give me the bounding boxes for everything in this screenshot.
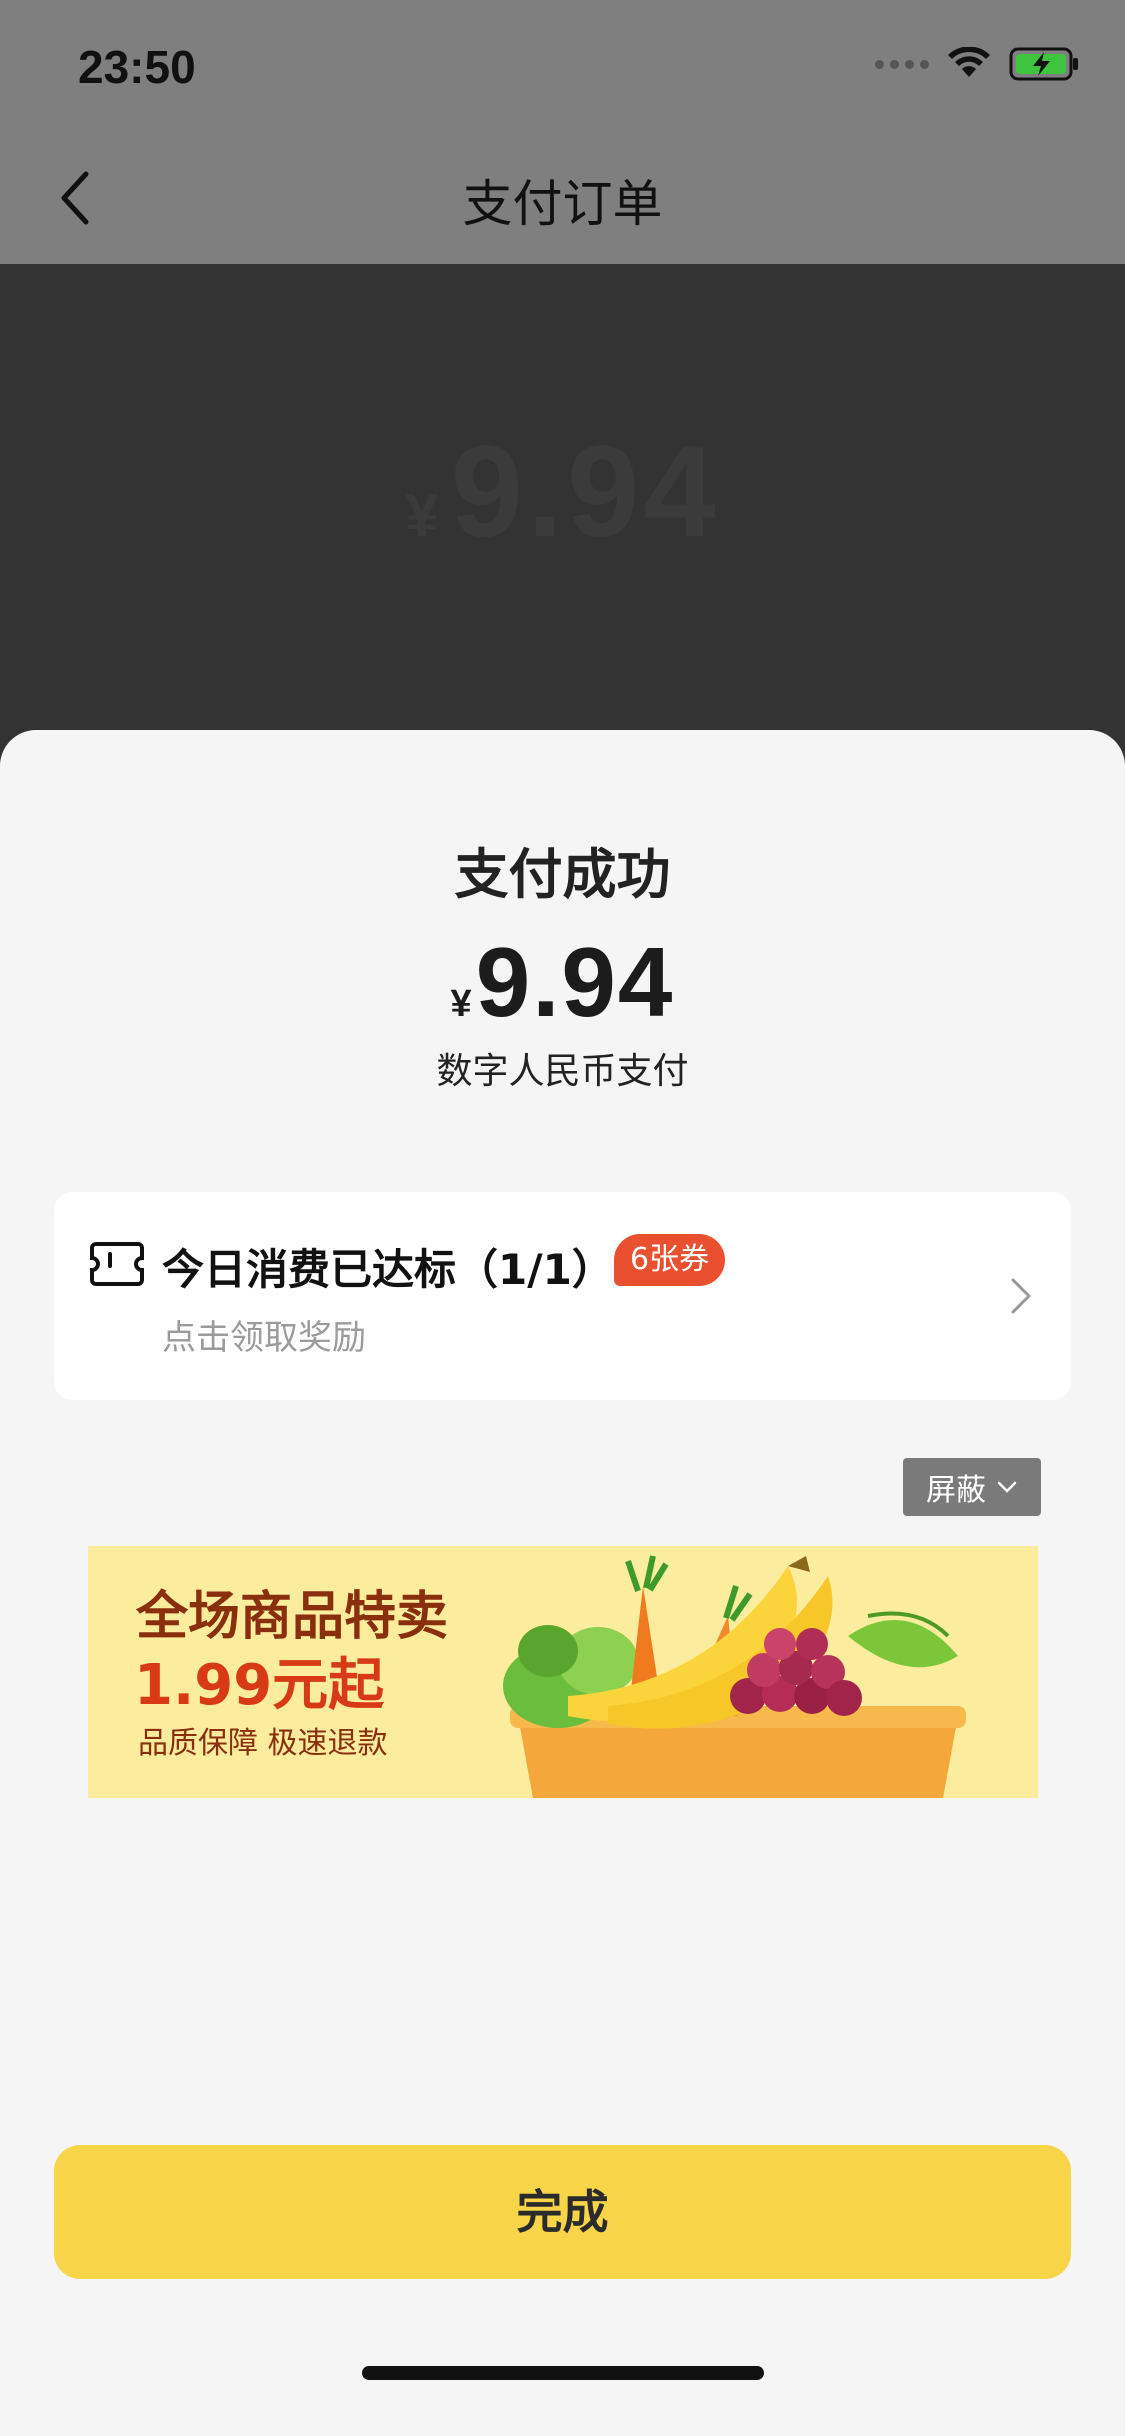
coupon-count-badge: 6张券 — [614, 1234, 726, 1286]
fruit-basket-image — [503, 1555, 966, 1798]
payment-success-sheet: 支付成功 ¥9.94 数字人民币支付 今日消费已达标（1/1） 6张券 点击领取… — [0, 730, 1125, 2436]
background-amount: ¥9.94 — [405, 418, 720, 564]
block-ad-button[interactable]: 屏蔽 — [903, 1458, 1041, 1516]
paid-amount: ¥9.94 — [0, 926, 1125, 1039]
page-title: 支付订单 — [462, 175, 663, 233]
cellular-signal-icon — [875, 59, 929, 69]
status-icons — [875, 46, 1081, 82]
currency-symbol: ¥ — [450, 983, 472, 1025]
amount-value: 9.94 — [475, 927, 675, 1037]
reward-subtitle: 点击领取奖励 — [162, 1318, 366, 1358]
chevron-right-icon — [1011, 1278, 1031, 1314]
payment-order-screen: 23:50 支付订单 ¥9.94 支付成功 ¥9.94 数字人民币支付 今日消费… — [0, 0, 1125, 2436]
reward-card[interactable]: 今日消费已达标（1/1） 6张券 点击领取奖励 — [54, 1192, 1071, 1400]
ad-headline: 全场商品特卖 — [136, 1587, 449, 1647]
block-ad-label: 屏蔽 — [926, 1473, 986, 1508]
success-title: 支付成功 — [454, 843, 671, 906]
background-order-summary: ¥9.94 — [0, 360, 1125, 566]
wifi-icon — [947, 47, 991, 81]
reward-title: 今日消费已达标（1/1） — [162, 1245, 614, 1294]
payment-method: 数字人民币支付 — [436, 1051, 689, 1092]
ad-price: 1.99元起 — [134, 1653, 385, 1718]
top-bar: 23:50 支付订单 — [0, 0, 1125, 264]
done-button[interactable]: 完成 — [54, 2145, 1071, 2279]
chevron-down-icon — [997, 1481, 1017, 1493]
battery-charging-icon — [1009, 46, 1081, 82]
ticket-icon — [90, 1242, 144, 1286]
status-time: 23:50 — [78, 41, 196, 93]
ad-banner[interactable]: 全场商品特卖 1.99元起 品质保障 极速退款 — [88, 1546, 1038, 1798]
ad-tagline: 品质保障 极速退款 — [138, 1726, 388, 1761]
home-indicator — [362, 2366, 764, 2380]
